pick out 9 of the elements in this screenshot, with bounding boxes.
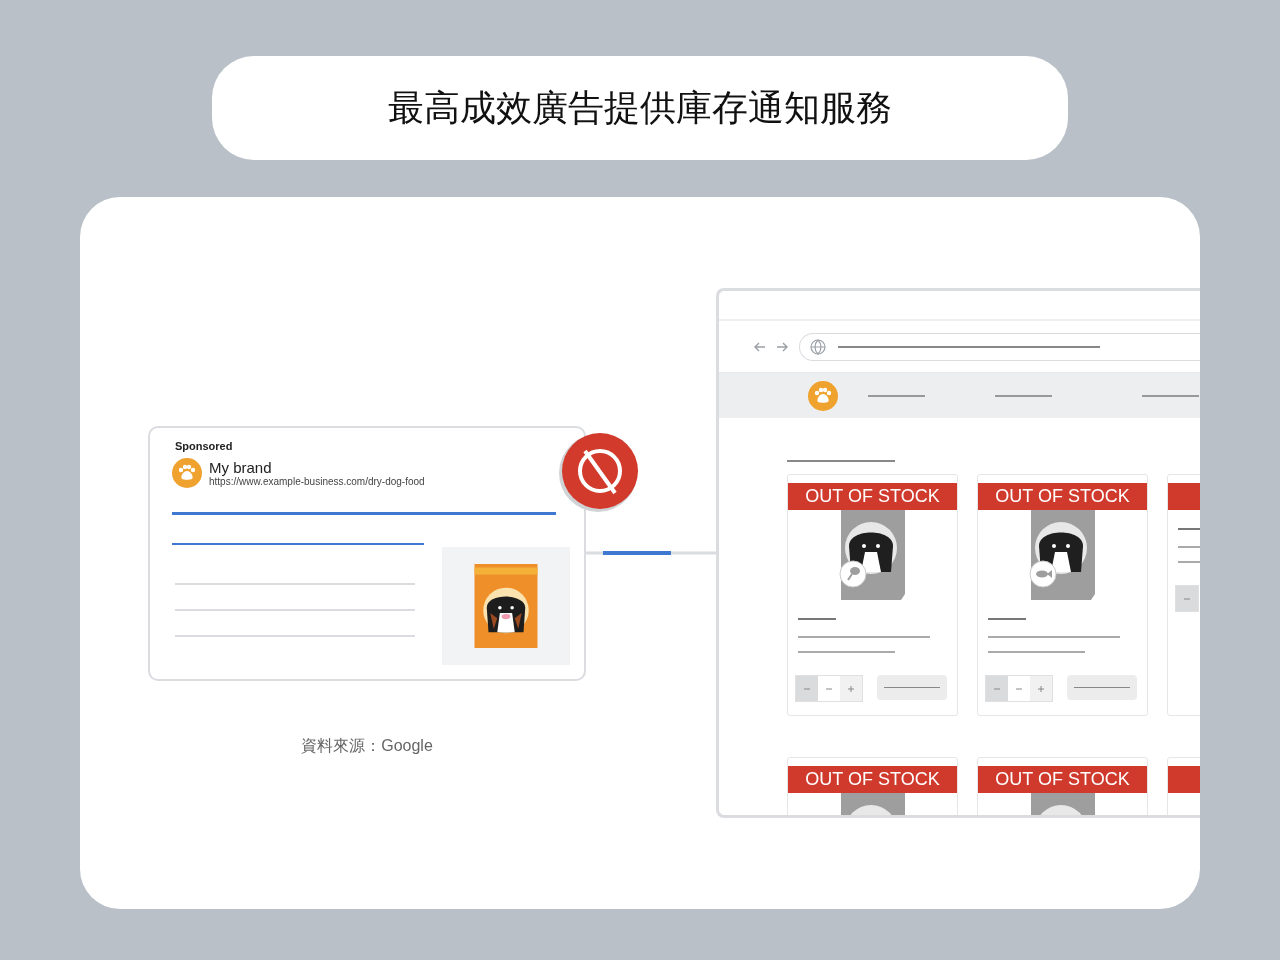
out-of-stock-banner: OUT OF STOCK [788, 483, 957, 510]
source-caption: 資料來源：Google [301, 736, 433, 756]
ad-url: https://www.example-business.com/dry-dog-food [209, 476, 425, 487]
slide-title: 最高成效廣告提供庫存通知服務 [388, 85, 892, 130]
brand-name: My brand [209, 459, 272, 476]
out-of-stock-banner: OUT OF STOCK [788, 766, 957, 793]
sponsored-label: Sponsored [175, 440, 234, 452]
out-of-stock-banner: OUT OF STOCK [978, 483, 1147, 510]
out-of-stock-banner: OUT OF STOCK [978, 766, 1147, 793]
